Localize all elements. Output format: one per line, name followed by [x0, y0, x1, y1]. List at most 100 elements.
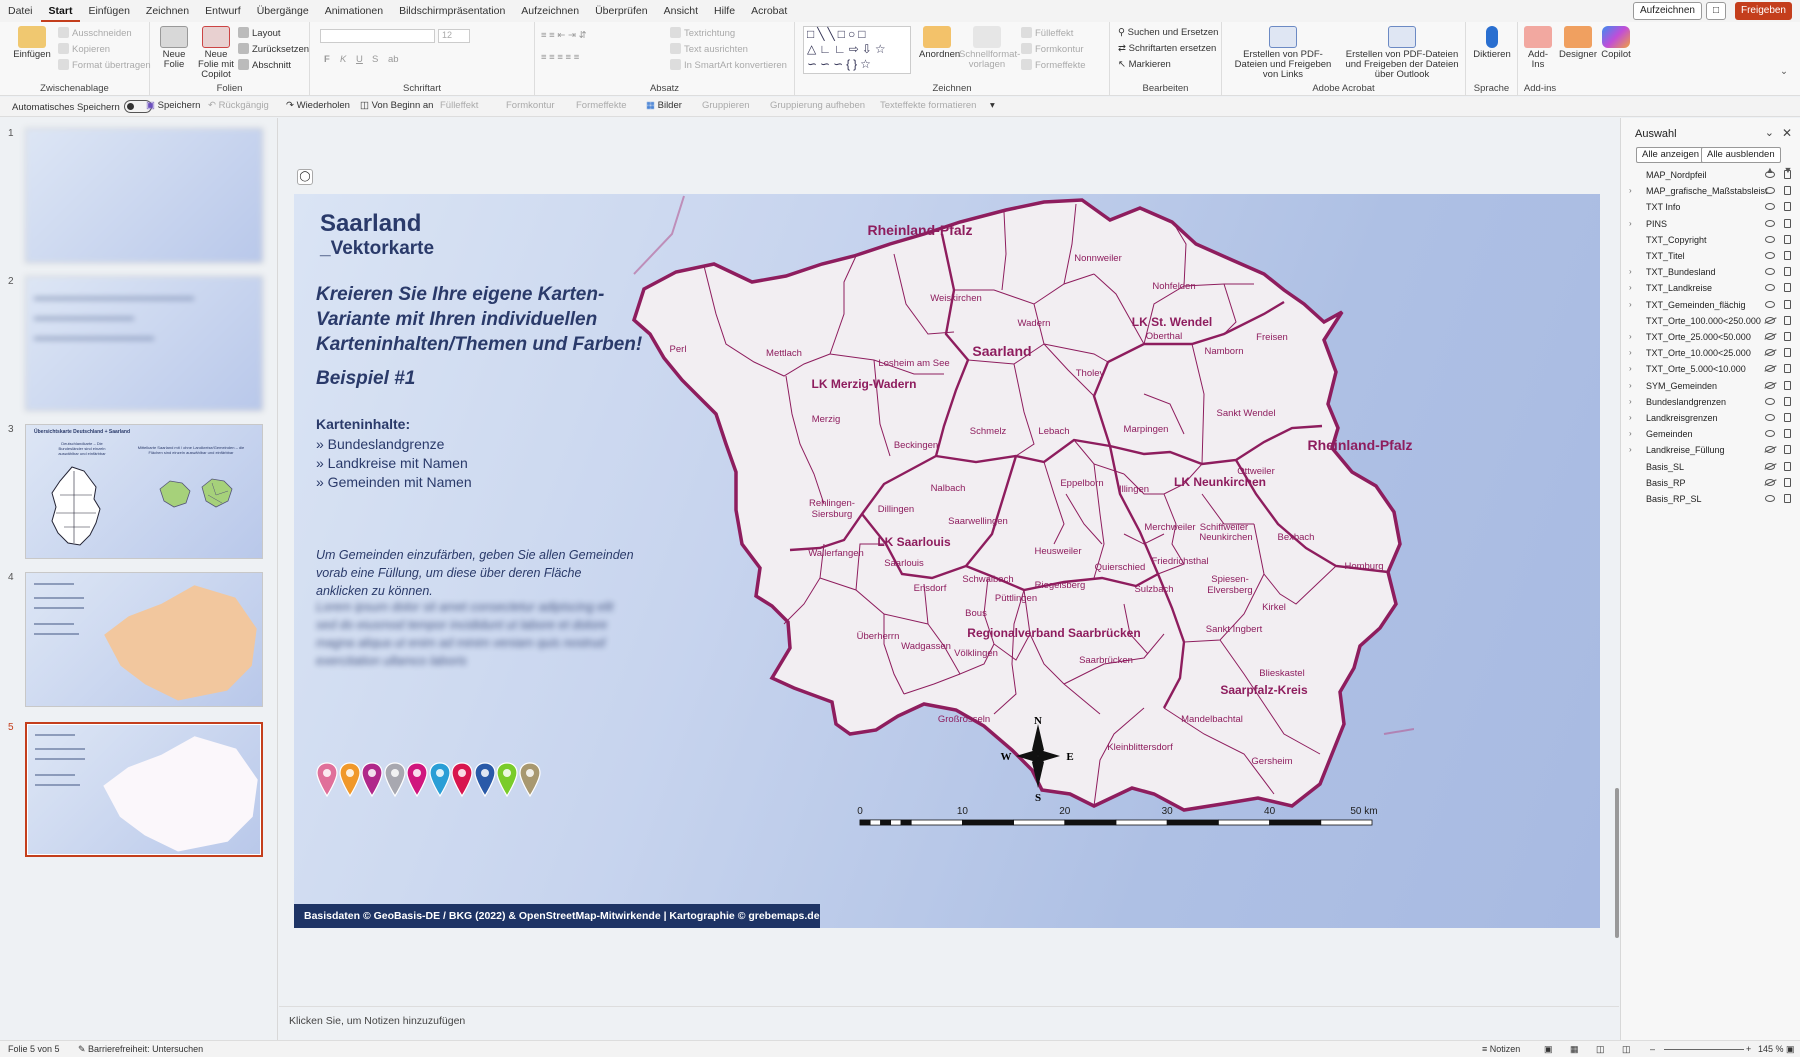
slide-canvas[interactable]: Saarland _Vektorkarte Kreieren Sie Ihre …	[294, 194, 1600, 928]
eye-icon[interactable]	[1765, 495, 1775, 502]
lock-icon[interactable]	[1784, 170, 1791, 179]
menu-animationen[interactable]: Animationen	[317, 0, 391, 22]
new-slide-button[interactable]: Neue Folie	[156, 26, 192, 70]
municipality-label[interactable]: Sankt Wendel	[1217, 408, 1276, 419]
municipality-label[interactable]: Heusweiler	[1035, 546, 1082, 557]
municipality-label[interactable]: Völklingen	[954, 648, 998, 659]
text-effects-button[interactable]: Texteffekte formatieren	[880, 100, 976, 111]
text-direction-button[interactable]: Textrichtung	[670, 27, 735, 39]
saarland-outline[interactable]	[631, 198, 1402, 812]
hide-all-button[interactable]: Alle ausblenden	[1701, 147, 1781, 163]
municipality-label[interactable]: Wadern	[1018, 318, 1051, 329]
municipality-label[interactable]: Kirkel	[1262, 602, 1286, 613]
close-icon[interactable]: ✕	[1782, 126, 1792, 140]
municipality-label[interactable]: Wadgassen	[901, 641, 951, 652]
lock-icon[interactable]	[1784, 315, 1791, 325]
menu-einfügen[interactable]: Einfügen	[80, 0, 137, 22]
slide-thumb-2[interactable]	[25, 276, 263, 411]
map-pin-icon[interactable]	[496, 762, 518, 798]
designer-button[interactable]: Designer	[1558, 26, 1598, 60]
menu-aufzeichnen[interactable]: Aufzeichnen	[513, 0, 587, 22]
layer-item[interactable]: › TXT_Bundesland	[1621, 265, 1800, 279]
chevron-right-icon[interactable]: ›	[1629, 217, 1632, 231]
customize-toolbar-icon[interactable]: ▾	[990, 100, 995, 111]
group-button[interactable]: Gruppieren	[702, 100, 750, 111]
lock-icon[interactable]	[1784, 364, 1791, 374]
layer-item[interactable]: MAP_Nordpfeil	[1621, 168, 1800, 182]
layer-name[interactable]: PINS	[1646, 217, 1768, 231]
layer-name[interactable]: TXT Info	[1646, 200, 1768, 214]
undo-button[interactable]: ↶ Rückgängig	[208, 100, 269, 111]
lock-icon[interactable]	[1784, 477, 1791, 487]
layer-item[interactable]: › TXT_Landkreise	[1621, 281, 1800, 295]
underline-button[interactable]: U	[356, 54, 363, 65]
qat-fill-button[interactable]: Fülleffekt	[440, 100, 478, 111]
municipality-label[interactable]: Homburg	[1344, 561, 1383, 572]
chevron-right-icon[interactable]: ›	[1629, 379, 1632, 393]
zoom-out-icon[interactable]: –	[1650, 1044, 1655, 1054]
zoom-in-icon[interactable]: +	[1746, 1044, 1751, 1054]
menu-start[interactable]: Start	[40, 0, 81, 22]
eye-hidden-icon[interactable]	[1765, 462, 1775, 470]
slide-example-label[interactable]: Beispiel #1	[316, 368, 415, 390]
align-text-button[interactable]: Text ausrichten	[670, 43, 748, 55]
municipality-label[interactable]: Rehlingen-Siersburg	[809, 498, 855, 520]
layer-item[interactable]: TXT_Copyright	[1621, 233, 1800, 247]
section-button[interactable]: Abschnitt	[238, 59, 291, 71]
slide-note[interactable]: Um Gemeinden einzufärben, geben Sie alle…	[316, 546, 636, 600]
qat-outline-button[interactable]: Formkontur	[506, 100, 555, 111]
layer-item[interactable]: › Landkreisgrenzen	[1621, 411, 1800, 425]
create-pdf-links-button[interactable]: Erstellen von PDF-Dateien und Freigeben …	[1228, 26, 1338, 80]
eye-icon[interactable]	[1765, 300, 1775, 308]
eye-hidden-icon[interactable]	[1765, 333, 1775, 340]
map-pin-icon[interactable]	[451, 762, 473, 798]
find-button[interactable]: ⚲ Suchen und Ersetzen	[1118, 27, 1218, 38]
zoom-level[interactable]: 145 %	[1758, 1044, 1784, 1054]
layer-name[interactable]: TXT_Orte_5.000<10.000	[1646, 362, 1768, 376]
layer-name[interactable]: TXT_Orte_25.000<50.000	[1646, 330, 1768, 344]
municipality-label[interactable]: Weiskirchen	[930, 293, 982, 304]
municipality-label[interactable]: Neunkirchen	[1199, 532, 1252, 543]
chevron-right-icon[interactable]: ›	[1629, 346, 1632, 360]
slide-thumb-3[interactable]: Übersichtskarte Deutschland + Saarland D…	[25, 424, 263, 559]
layer-name[interactable]: TXT_Titel	[1646, 249, 1768, 263]
map-pin-icon[interactable]	[338, 762, 361, 798]
eye-icon[interactable]	[1765, 187, 1775, 195]
map-pin-icon[interactable]	[316, 762, 338, 798]
municipality-label[interactable]: Püttlingen	[995, 593, 1037, 604]
contents-heading[interactable]: Karteninhalte:	[316, 416, 410, 432]
municipality-label[interactable]: Lebach	[1038, 426, 1069, 437]
create-pdf-outlook-button[interactable]: Erstellen von PDF-Dateien und Freigeben …	[1340, 26, 1464, 80]
eye-icon[interactable]	[1765, 252, 1775, 259]
municipality-label[interactable]: Beckingen	[894, 440, 938, 451]
layer-name[interactable]: Landkreisgrenzen	[1646, 411, 1768, 425]
neighbor-state-label[interactable]: Rheinland-Pfalz	[1307, 437, 1412, 453]
paste-button[interactable]: Einfügen	[12, 26, 52, 60]
lock-icon[interactable]	[1784, 461, 1791, 471]
municipality-label[interactable]: Blieskastel	[1259, 668, 1304, 679]
municipality-label[interactable]: Oberthal	[1146, 331, 1182, 342]
municipality-label[interactable]: Bexbach	[1278, 532, 1315, 543]
contents-bullet[interactable]: » Gemeinden mit Namen	[316, 474, 472, 490]
lock-icon[interactable]	[1784, 186, 1791, 196]
shadow-button[interactable]: ab	[388, 54, 399, 65]
slide-sorter-icon[interactable]: ▦	[1570, 1044, 1579, 1055]
eye-hidden-icon[interactable]	[1765, 316, 1775, 324]
chevron-right-icon[interactable]: ›	[1629, 184, 1632, 198]
slide-thumb-4[interactable]	[25, 572, 263, 707]
shape-fill-button[interactable]: Fülleffekt	[1021, 27, 1073, 39]
layer-item[interactable]: › TXT_Orte_10.000<25.000	[1621, 346, 1800, 360]
map-pin-icon[interactable]	[518, 762, 541, 798]
municipality-label[interactable]: Saarwellingen	[948, 516, 1008, 527]
reading-view-icon[interactable]: ◫	[1596, 1044, 1605, 1055]
lock-icon[interactable]	[1784, 445, 1791, 455]
municipality-label[interactable]: Sankt Ingbert	[1206, 624, 1263, 635]
menu-übergänge[interactable]: Übergänge	[249, 0, 317, 22]
municipality-label[interactable]: Nohfelden	[1152, 281, 1195, 292]
map-pin-icon[interactable]	[361, 762, 383, 798]
municipality-label[interactable]: Spiesen-Elversberg	[1207, 574, 1252, 596]
format-painter-button[interactable]: Format übertragen	[58, 59, 151, 71]
chevron-right-icon[interactable]: ›	[1629, 362, 1632, 376]
lock-icon[interactable]	[1784, 396, 1791, 406]
select-button[interactable]: ↖ Markieren	[1118, 59, 1171, 70]
